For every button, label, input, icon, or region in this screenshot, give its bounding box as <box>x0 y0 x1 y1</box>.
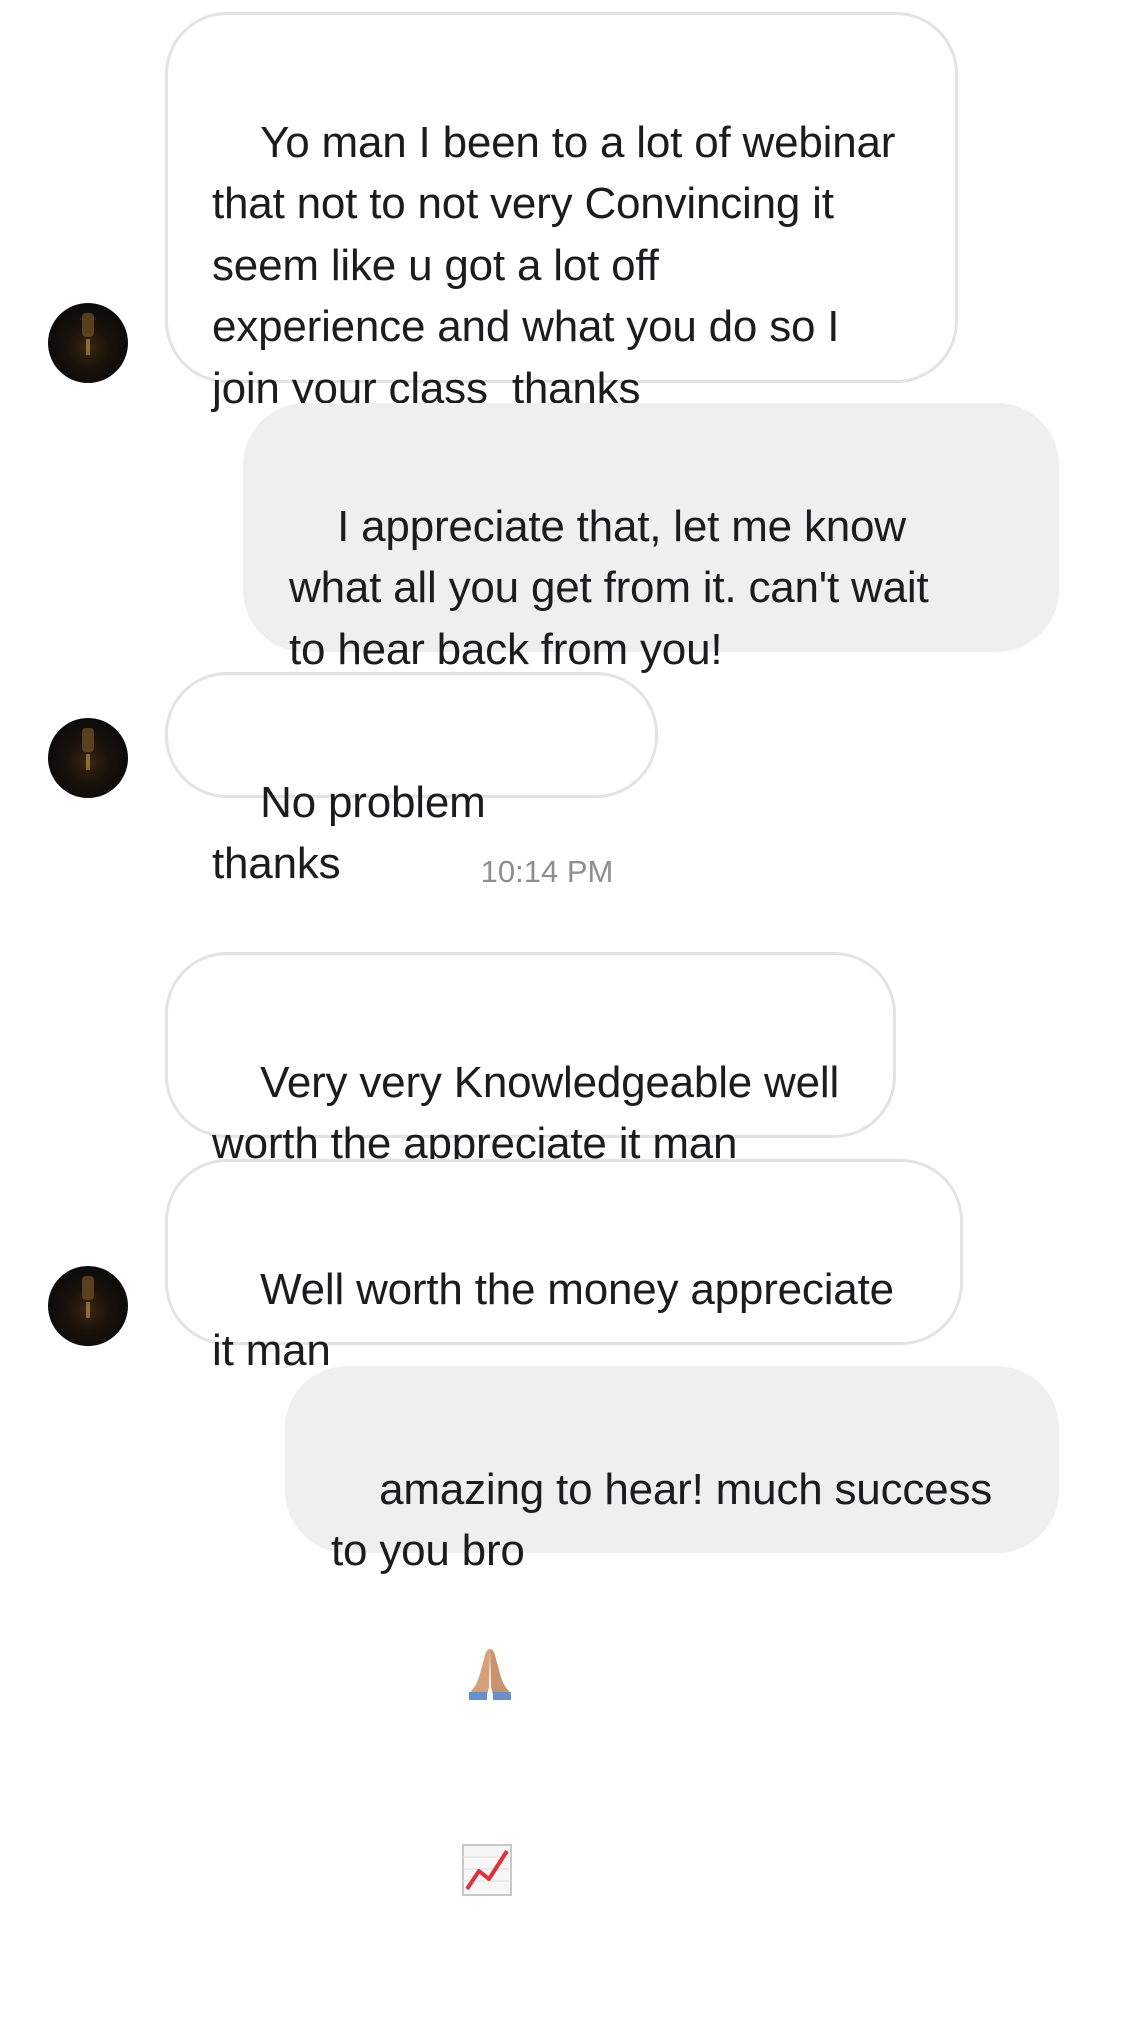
chart-increasing-emoji <box>389 1779 513 1977</box>
contact-avatar[interactable] <box>48 1266 128 1346</box>
message-text: amazing to hear! much success to you bro <box>331 1464 993 1576</box>
avatar-chain <box>86 1302 90 1318</box>
folded-hands-emoji <box>389 1582 519 1780</box>
outgoing-message-bubble[interactable]: amazing to hear! much success to you bro <box>285 1366 1059 1896</box>
avatar-figure <box>82 313 94 337</box>
incoming-message-bubble[interactable]: Very very Knowledgeable well worth the a… <box>165 952 896 1168</box>
incoming-message-bubble[interactable]: Yo man I been to a lot of webinar that n… <box>165 12 958 413</box>
avatar-figure <box>82 728 94 752</box>
avatar-figure <box>82 1276 94 1300</box>
message-text: Very very Knowledgeable well worth the a… <box>212 1057 840 1169</box>
outgoing-message-bubble[interactable]: I appreciate that, let me know what all … <box>243 403 1059 674</box>
contact-avatar[interactable] <box>48 303 128 383</box>
avatar-chain <box>86 339 90 355</box>
message-text: Yo man I been to a lot of webinar that n… <box>212 117 896 413</box>
incoming-message-bubble[interactable]: No problem thanks <box>165 672 658 888</box>
message-text: Well worth the money appreciate it man <box>212 1264 894 1376</box>
avatar-chain <box>86 754 90 770</box>
message-timestamp: 10:14 PM <box>480 854 614 889</box>
message-text: I appreciate that, let me know what all … <box>289 501 929 674</box>
incoming-message-bubble[interactable]: Well worth the money appreciate it man <box>165 1159 963 1375</box>
contact-avatar[interactable] <box>48 718 128 798</box>
